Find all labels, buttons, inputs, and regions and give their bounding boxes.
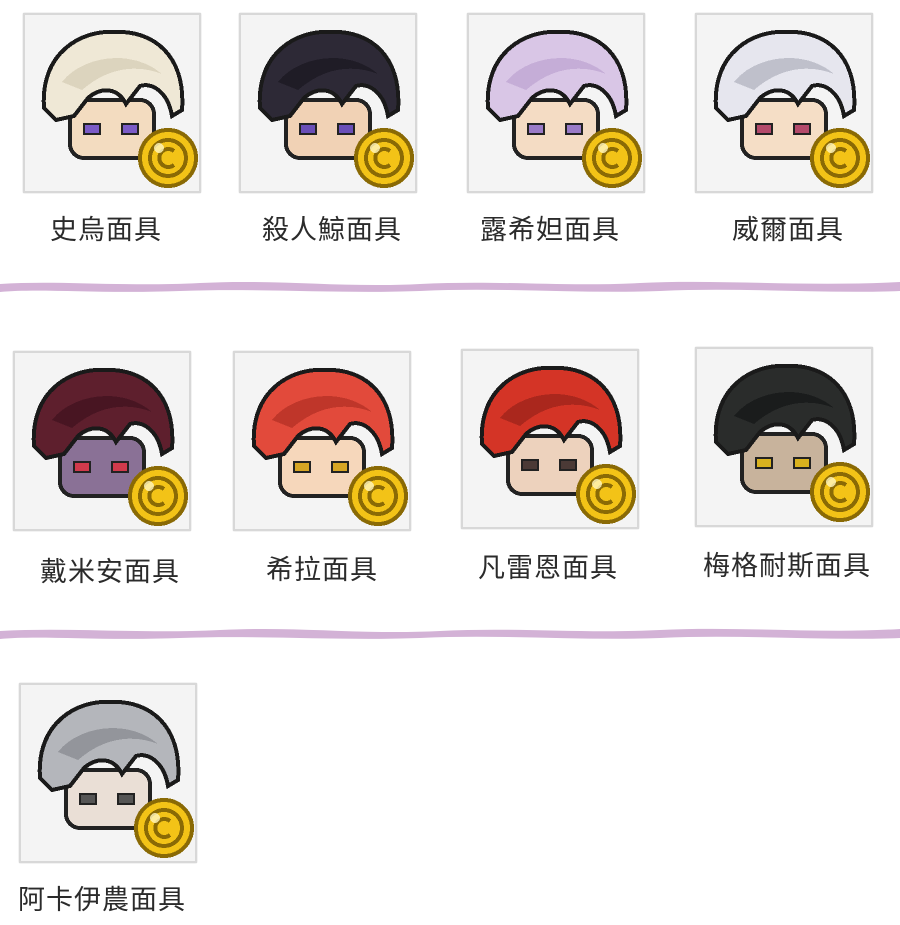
mask-label: 殺人鯨面具 <box>262 215 402 246</box>
mask-label: 希拉面具 <box>266 555 378 586</box>
mask-item[interactable] <box>18 682 198 864</box>
mask-label: 露希妲面具 <box>480 215 620 246</box>
gold-coin-icon <box>810 462 870 522</box>
gold-coin-icon <box>582 128 642 188</box>
gold-coin-icon <box>138 128 198 188</box>
mask-item[interactable] <box>694 12 874 194</box>
mask-label: 威爾面具 <box>732 215 844 246</box>
mask-label: 阿卡伊農面具 <box>18 885 186 916</box>
mask-label: 戴米安面具 <box>40 557 180 588</box>
divider-line <box>0 628 900 639</box>
mask-label: 凡雷恩面具 <box>478 553 618 584</box>
mask-item[interactable] <box>460 348 640 530</box>
mask-thumbnail <box>466 12 646 194</box>
mask-thumbnail <box>694 12 874 194</box>
gold-coin-icon <box>576 464 636 524</box>
mask-label: 梅格耐斯面具 <box>703 551 871 582</box>
mask-thumbnail <box>12 350 192 532</box>
mask-thumbnail <box>232 350 412 532</box>
gold-coin-icon <box>348 466 408 526</box>
mask-thumbnail <box>460 348 640 530</box>
gold-coin-icon <box>810 128 870 188</box>
mask-item[interactable] <box>22 12 202 194</box>
mask-thumbnail <box>18 682 198 864</box>
mask-label: 史烏面具 <box>50 215 162 246</box>
divider-line <box>0 281 900 292</box>
mask-item[interactable] <box>466 12 646 194</box>
mask-thumbnail <box>22 12 202 194</box>
mask-thumbnail <box>238 12 418 194</box>
gold-coin-icon <box>134 798 194 858</box>
mask-item[interactable] <box>238 12 418 194</box>
mask-item[interactable] <box>12 350 192 532</box>
gold-coin-icon <box>128 466 188 526</box>
mask-item[interactable] <box>232 350 412 532</box>
mask-item[interactable] <box>694 346 874 528</box>
mask-thumbnail <box>694 346 874 528</box>
gold-coin-icon <box>354 128 414 188</box>
